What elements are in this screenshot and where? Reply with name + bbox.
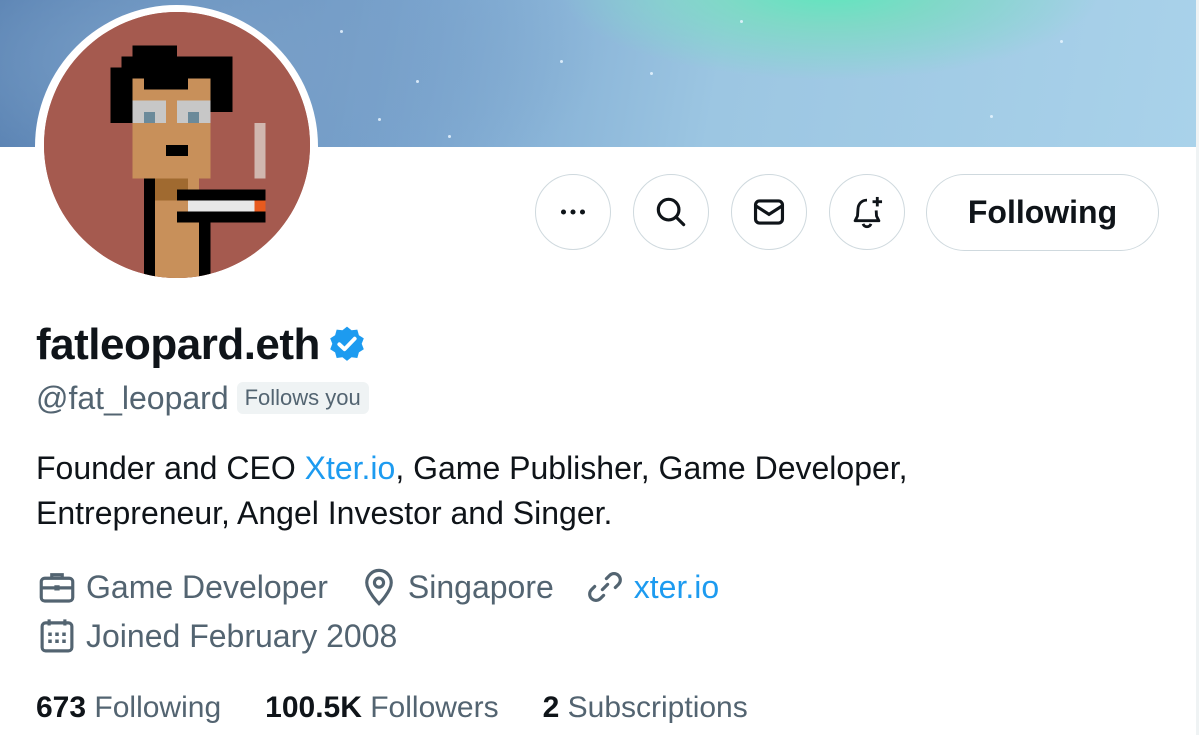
bio-text-line2: Entrepreneur, Angel Investor and Singer. (36, 495, 613, 531)
handle-row: @fat_leopard Follows you (36, 378, 369, 418)
profile-stats: 673 Following 100.5K Followers 2 Subscri… (36, 686, 792, 730)
meta-location-label: Singapore (407, 568, 554, 605)
subscriptions-label: Subscriptions (567, 691, 748, 724)
calendar-icon (40, 619, 74, 653)
verified-badge-icon[interactable] (326, 324, 368, 366)
following-count: 673 (36, 691, 87, 724)
meta-category-label: Game Developer (86, 568, 328, 605)
notifications-button[interactable] (829, 174, 905, 250)
bio-text-line1: , Game Publisher, Game Developer, (395, 450, 908, 486)
meta-category: Game Developer (36, 566, 328, 608)
meta-website[interactable]: xter.io (584, 566, 719, 608)
display-name: fatleopard.eth (36, 320, 320, 369)
profile-name-row: fatleopard.eth (36, 318, 368, 372)
meta-website-link[interactable]: xter.io (634, 569, 719, 606)
meta-joined-label: Joined February 2008 (86, 617, 398, 654)
briefcase-icon (39, 573, 75, 603)
meta-joined: Joined February 2008 (36, 615, 397, 657)
punk-avatar-image (44, 12, 310, 278)
followers-label: Followers (370, 691, 499, 724)
message-button[interactable] (731, 174, 807, 250)
search-icon (656, 197, 686, 227)
bell-plus-icon (853, 196, 883, 229)
profile-meta-row: Game Developer Singapore xter.io (36, 564, 749, 610)
location-pin-icon (365, 568, 393, 606)
bio-text-prefix: Founder and CEO (36, 450, 305, 486)
subscriptions-stat[interactable]: 2 Subscriptions (543, 691, 748, 725)
link-icon (587, 572, 622, 602)
profile-bio: Founder and CEO Xter.io, Game Publisher,… (36, 446, 1036, 536)
user-handle: @fat_leopard (36, 379, 229, 416)
followers-stat[interactable]: 100.5K Followers (265, 691, 498, 725)
message-icon (753, 199, 785, 225)
bio-link-xter[interactable]: Xter.io (305, 450, 396, 486)
following-label: Following (94, 691, 222, 724)
following-stat[interactable]: 673 Following (36, 691, 221, 725)
meta-location: Singapore (358, 566, 554, 608)
more-icon (560, 209, 586, 215)
follows-you-badge: Follows you (236, 382, 369, 414)
subscriptions-count: 2 (542, 691, 560, 724)
profile-joined-row: Joined February 2008 (36, 613, 427, 659)
following-button[interactable]: Following (926, 174, 1159, 251)
search-button[interactable] (633, 174, 709, 250)
followers-count: 100.5K (265, 691, 362, 724)
avatar[interactable] (44, 12, 310, 278)
more-button[interactable] (535, 174, 611, 250)
